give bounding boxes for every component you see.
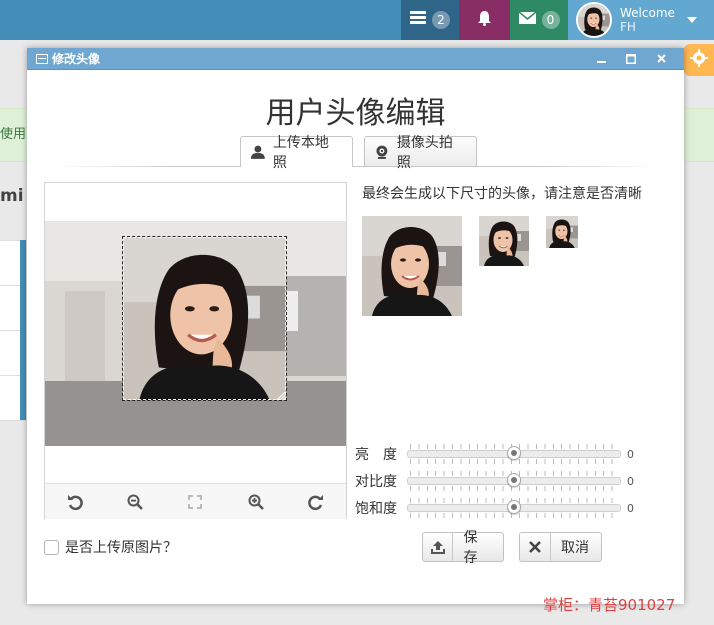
tasks-button[interactable]: 2: [401, 0, 459, 40]
close-icon: [656, 54, 666, 63]
user-icon: [251, 145, 265, 159]
crop-selection[interactable]: [122, 236, 287, 401]
zoom-in-button[interactable]: [244, 490, 268, 514]
upload-original-checkbox[interactable]: [44, 539, 59, 555]
save-button[interactable]: 保存: [422, 530, 504, 566]
contrast-slider-row: 对比度 0: [355, 471, 634, 491]
contrast-slider-handle[interactable]: [507, 473, 521, 487]
cancel-label: 取消: [561, 540, 589, 556]
background-alert-right: [684, 108, 714, 162]
saturation-slider-handle[interactable]: [507, 500, 521, 514]
preview-large: [362, 216, 462, 316]
zoom-out-icon: [127, 494, 144, 510]
crop-panel: [44, 182, 347, 519]
brightness-slider[interactable]: [407, 444, 621, 464]
settings-toggle[interactable]: [684, 44, 714, 76]
brightness-slider-handle[interactable]: [507, 446, 521, 460]
close-button[interactable]: [646, 48, 676, 69]
page-title: 用户头像编辑: [265, 96, 446, 131]
messages-badge: 0: [541, 11, 560, 29]
tasks-badge: 2: [432, 11, 450, 29]
saturation-slider-row: 饱和度 0: [355, 498, 634, 518]
maximize-button[interactable]: [616, 48, 646, 69]
brightness-label: 亮 度: [355, 447, 397, 463]
resize-handle-icon[interactable]: [276, 390, 286, 400]
user-name: FH: [620, 20, 636, 34]
zoom-out-button[interactable]: [123, 490, 147, 514]
webcam-icon: [376, 145, 388, 159]
welcome-label: Welcome: [620, 6, 675, 20]
tasks-icon: [410, 11, 426, 29]
rotate-right-icon: [308, 494, 323, 510]
saturation-label: 饱和度: [355, 501, 397, 517]
contrast-value: 0: [627, 474, 634, 488]
tab-camera[interactable]: 摄像头拍照: [364, 135, 477, 171]
envelope-icon: [518, 11, 536, 28]
chevron-down-icon: [686, 17, 697, 23]
avatar-edit-dialog: 修改头像 用户头像编辑 上传本地照 摄像头拍照 最终会生成以下尺寸的头像，请注意…: [27, 48, 684, 604]
tab-upload-label: 上传本地照: [272, 135, 329, 171]
bell-icon: [477, 10, 492, 30]
fit-button[interactable]: [183, 490, 207, 514]
rotate-left-button[interactable]: [63, 490, 87, 514]
rotate-right-button[interactable]: [304, 490, 328, 514]
preview-medium: [479, 216, 529, 266]
dialog-title-bar[interactable]: 修改头像: [27, 48, 684, 70]
tab-camera-label: 摄像头拍照: [396, 134, 453, 171]
dialog-title: 修改头像: [52, 52, 101, 66]
background-alert: 使用: [0, 108, 30, 162]
preview-hint: 最终会生成以下尺寸的头像，请注意是否清晰: [362, 186, 642, 202]
brightness-slider-row: 亮 度 0: [355, 444, 634, 464]
saturation-slider[interactable]: [407, 498, 621, 518]
user-menu[interactable]: Welcome FH: [568, 0, 714, 40]
minimize-button[interactable]: [586, 48, 616, 69]
background-table-edge: [20, 240, 26, 420]
rotate-left-icon: [68, 494, 83, 510]
upload-icon: [423, 533, 454, 561]
preview-small: [546, 216, 578, 248]
watermark-text: 掌柜：青苔901027: [543, 596, 676, 614]
minimize-icon: [596, 61, 606, 63]
cancel-button[interactable]: 取消: [519, 532, 602, 562]
crop-toolbar: [45, 483, 346, 519]
brightness-value: 0: [627, 447, 634, 461]
source-photo: [45, 221, 346, 446]
background-heading: mi: [0, 186, 24, 206]
welcome-text: Welcome FH: [620, 6, 675, 34]
gear-icon: [690, 49, 708, 71]
tab-underline: [57, 166, 657, 167]
tab-upload-local[interactable]: 上传本地照: [240, 135, 353, 171]
window-icon: [36, 53, 48, 64]
upload-original-option[interactable]: 是否上传原图片？: [44, 537, 177, 557]
zoom-in-icon: [248, 494, 264, 510]
messages-button[interactable]: 0: [510, 0, 568, 40]
save-label: 保存: [463, 530, 478, 566]
saturation-value: 0: [627, 501, 634, 515]
contrast-label: 对比度: [355, 474, 397, 490]
maximize-icon: [626, 53, 636, 64]
fit-icon: [188, 494, 203, 509]
avatar: [576, 2, 612, 38]
close-icon: [520, 533, 551, 561]
upload-original-label: 是否上传原图片？: [65, 540, 177, 556]
notifications-button[interactable]: [459, 0, 510, 40]
contrast-slider[interactable]: [407, 471, 621, 491]
